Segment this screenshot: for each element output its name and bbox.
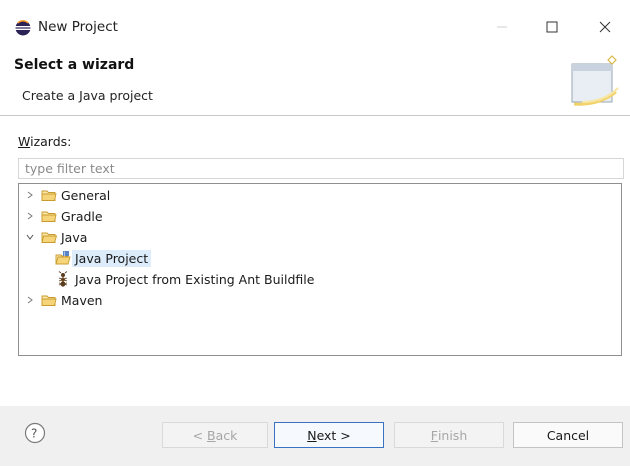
tree-item-label: Java (61, 229, 88, 245)
chevron-right-icon[interactable] (23, 188, 37, 202)
title-bar: New Project (0, 0, 630, 44)
tree-item-general[interactable]: General (23, 185, 110, 205)
tree-item-ant-buildfile[interactable]: Java Project from Existing Ant Buildfile (55, 269, 314, 289)
folder-icon (41, 211, 57, 222)
next-label: ext > (316, 427, 351, 443)
folder-icon (41, 295, 57, 306)
page-description: Create a Java project (22, 88, 153, 103)
maximize-button[interactable] (530, 12, 574, 42)
close-icon (599, 21, 611, 33)
finish-accel: F (430, 427, 438, 443)
svg-text:?: ? (31, 427, 37, 441)
wizards-label: Wizards: (18, 134, 71, 149)
minimize-icon (497, 26, 507, 28)
finish-button[interactable]: Finish (394, 422, 504, 448)
back-button[interactable]: < Back (162, 422, 268, 448)
ant-icon (58, 271, 68, 287)
tree-item-java-project[interactable]: J Java Project (55, 248, 152, 268)
finish-label: inish (437, 427, 468, 443)
help-icon[interactable]: ? (24, 422, 46, 444)
back-label: ack (215, 427, 238, 443)
close-button[interactable] (583, 12, 627, 42)
page-title: Select a wizard (14, 57, 135, 73)
tree-item-gradle[interactable]: Gradle (23, 206, 103, 226)
next-accel: N (307, 427, 317, 443)
wizards-label-text: izards: (30, 134, 72, 149)
chevron-down-icon[interactable] (23, 230, 37, 244)
button-bar: ? < Back Next > Finish Cancel (0, 406, 630, 466)
filter-input[interactable] (18, 158, 624, 179)
minimize-button[interactable] (480, 12, 524, 42)
back-prefix: < (192, 427, 208, 443)
tree-item-label: Java Project (72, 249, 152, 267)
wizard-tree[interactable]: General Gradle Java J Java Project Java … (18, 183, 622, 356)
eclipse-icon (15, 20, 31, 36)
tree-item-label: Maven (61, 292, 103, 308)
maximize-icon (546, 21, 558, 33)
tree-item-java[interactable]: Java (23, 227, 87, 247)
svg-text:J: J (63, 252, 65, 258)
folder-open-icon (41, 232, 57, 243)
cancel-label: Cancel (546, 427, 590, 443)
tree-item-label: General (61, 187, 111, 203)
cancel-button[interactable]: Cancel (513, 422, 623, 448)
tree-item-label: Gradle (61, 208, 103, 224)
next-button[interactable]: Next > (274, 422, 384, 448)
java-project-icon: J (55, 251, 71, 265)
folder-icon (41, 190, 57, 201)
window-title: New Project (38, 19, 118, 35)
back-accel: B (207, 427, 216, 443)
wizard-banner-icon (571, 55, 619, 106)
chevron-right-icon[interactable] (23, 209, 37, 223)
chevron-right-icon[interactable] (23, 293, 37, 307)
tree-item-label: Java Project from Existing Ant Buildfile (75, 271, 315, 287)
wizards-label-accel: W (18, 134, 31, 149)
wizard-header: Select a wizard Create a Java project (0, 44, 630, 115)
wizard-content: Wizards: General Gradle Java J (0, 116, 630, 406)
tree-item-maven[interactable]: Maven (23, 290, 102, 310)
